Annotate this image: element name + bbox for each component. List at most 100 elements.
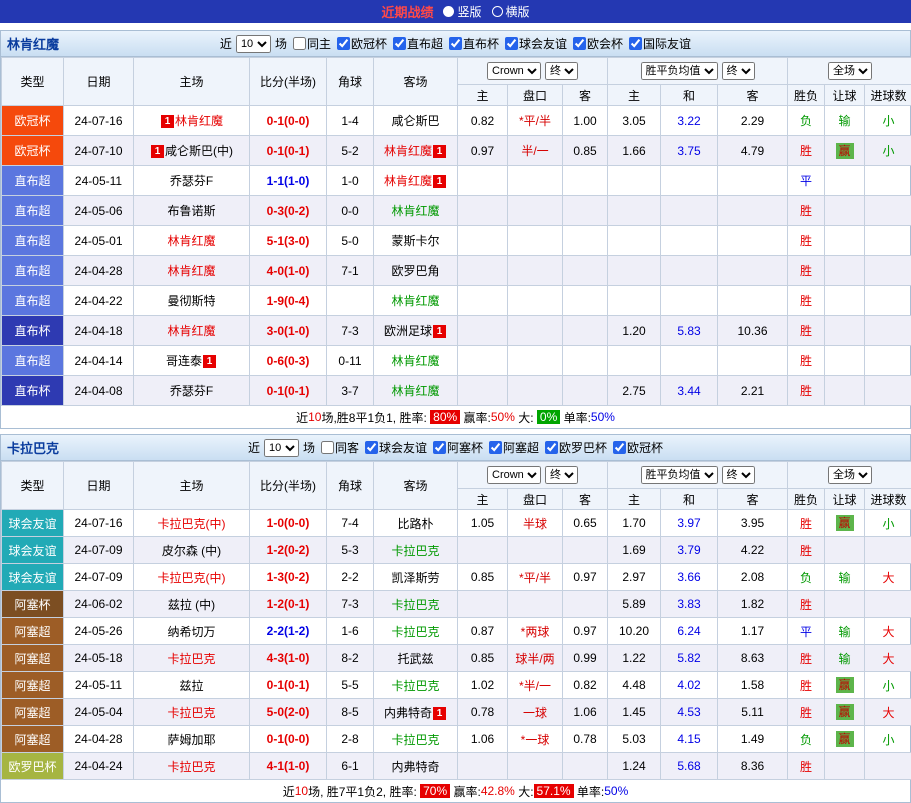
home-team-name[interactable]: 哥连泰	[166, 354, 202, 368]
match-result: 胜	[788, 753, 825, 780]
recent-count-select[interactable]: 10	[264, 439, 299, 457]
euro-odds-select[interactable]: 胜平负均值	[641, 62, 718, 80]
odds-time-select[interactable]: 终	[545, 62, 578, 80]
goals-result	[865, 346, 911, 376]
odds-time-select[interactable]: 终	[722, 466, 755, 484]
league-filter[interactable]: 阿塞超	[489, 439, 539, 456]
eu-away-odds: 1.17	[718, 618, 788, 645]
odds-time-select[interactable]: 终	[722, 62, 755, 80]
league-filter[interactable]: 欧冠杯	[337, 35, 387, 52]
away-team-name[interactable]: 林肯红魔	[391, 294, 439, 308]
match-result: 胜	[788, 537, 825, 564]
same-venue-filter[interactable]: 同客	[321, 439, 359, 456]
ah-handicap	[508, 753, 563, 780]
away-team-name[interactable]: 比路朴	[397, 517, 433, 531]
league-filter[interactable]: 欧会杯	[573, 35, 623, 52]
away-team-name[interactable]: 托武兹	[397, 652, 433, 666]
home-team-name[interactable]: 乔瑟芬F	[170, 174, 213, 188]
league-filter[interactable]: 国际友谊	[629, 35, 691, 52]
same-venue-label: 同客	[335, 439, 359, 456]
league-filter-checkbox[interactable]	[489, 441, 502, 454]
home-team-name[interactable]: 卡拉巴克(中)	[158, 517, 226, 531]
layout-option-vertical[interactable]: 竖版	[443, 3, 481, 20]
home-team-name[interactable]: 卡拉巴克	[167, 652, 215, 666]
home-team-name[interactable]: 布鲁诺斯	[167, 204, 215, 218]
league-filter[interactable]: 直布超	[393, 35, 443, 52]
home-team-name[interactable]: 咸仑斯巴(中)	[165, 144, 233, 158]
scope-select[interactable]: 全场	[828, 466, 872, 484]
score-cell: 3-0(1-0)	[250, 316, 327, 346]
away-team-name[interactable]: 咸仑斯巴	[391, 114, 439, 128]
layout-option-horizontal[interactable]: 横版	[492, 3, 530, 20]
league-filter[interactable]: 直布杯	[449, 35, 499, 52]
away-team-name[interactable]: 内弗特奇	[391, 760, 439, 774]
away-team-name[interactable]: 卡拉巴克	[391, 598, 439, 612]
home-team-name[interactable]: 卡拉巴克(中)	[158, 571, 226, 585]
away-team-name[interactable]: 林肯红魔	[391, 354, 439, 368]
near-label: 近	[220, 35, 232, 52]
home-team-name[interactable]: 萨姆加耶	[167, 733, 215, 747]
home-cell: 1咸仑斯巴(中)	[134, 136, 250, 166]
home-team-name[interactable]: 卡拉巴克	[167, 706, 215, 720]
bookmaker-select[interactable]: Crown	[487, 62, 541, 80]
eu-away-odds	[718, 256, 788, 286]
same-venue-checkbox[interactable]	[293, 37, 306, 50]
home-team-name[interactable]: 卡拉巴克	[167, 760, 215, 774]
home-team-name[interactable]: 乔瑟芬F	[170, 384, 213, 398]
away-team-name[interactable]: 凯泽斯劳	[391, 571, 439, 585]
home-team-name[interactable]: 皮尔森 (中)	[162, 544, 221, 558]
scope-select[interactable]: 全场	[828, 62, 872, 80]
same-venue-filter[interactable]: 同主	[293, 35, 331, 52]
league-filter[interactable]: 阿塞杯	[433, 439, 483, 456]
league-filter[interactable]: 球会友谊	[365, 439, 427, 456]
league-type-badge: 直布杯	[2, 376, 64, 406]
league-filter-checkbox[interactable]	[505, 37, 518, 50]
home-team-name[interactable]: 纳希切万	[167, 625, 215, 639]
away-team-name[interactable]: 欧罗巴角	[391, 264, 439, 278]
league-filter-checkbox[interactable]	[393, 37, 406, 50]
away-team-name[interactable]: 卡拉巴克	[391, 679, 439, 693]
away-team-name[interactable]: 林肯红魔	[391, 204, 439, 218]
euro-odds-select[interactable]: 胜平负均值	[641, 466, 718, 484]
league-type-badge: 阿塞超	[2, 726, 64, 753]
home-team-name[interactable]: 林肯红魔	[167, 264, 215, 278]
league-filter-checkbox[interactable]	[629, 37, 642, 50]
odds-time-select[interactable]: 终	[545, 466, 578, 484]
away-cell: 内弗特奇1	[374, 699, 458, 726]
league-filter-checkbox[interactable]	[449, 37, 462, 50]
recent-count-select[interactable]: 10	[236, 35, 271, 53]
league-filter-checkbox[interactable]	[545, 441, 558, 454]
same-venue-checkbox[interactable]	[321, 441, 334, 454]
home-team-name[interactable]: 林肯红魔	[175, 114, 223, 128]
away-team-name[interactable]: 卡拉巴克	[391, 544, 439, 558]
league-filter-checkbox[interactable]	[573, 37, 586, 50]
away-team-name[interactable]: 蒙斯卡尔	[391, 234, 439, 248]
corners: 3-7	[327, 376, 374, 406]
scope-group-header: 全场	[788, 58, 911, 85]
league-filter[interactable]: 欧罗巴杯	[545, 439, 607, 456]
away-team-name[interactable]: 内弗特奇	[384, 706, 432, 720]
ah-home-odds: 1.02	[458, 672, 508, 699]
away-team-name[interactable]: 林肯红魔	[384, 174, 432, 188]
away-team-name[interactable]: 卡拉巴克	[391, 733, 439, 747]
home-team-name[interactable]: 兹拉	[179, 679, 203, 693]
away-team-name[interactable]: 欧洲足球	[384, 324, 432, 338]
match-date: 24-04-22	[64, 286, 134, 316]
away-team-name[interactable]: 卡拉巴克	[391, 625, 439, 639]
goals-result	[865, 591, 911, 618]
league-filter-checkbox[interactable]	[337, 37, 350, 50]
league-filter-checkbox[interactable]	[433, 441, 446, 454]
away-team-name[interactable]: 林肯红魔	[391, 384, 439, 398]
goals-result	[865, 226, 911, 256]
league-filter-checkbox[interactable]	[613, 441, 626, 454]
bookmaker-select[interactable]: Crown	[487, 466, 541, 484]
home-team-name[interactable]: 林肯红魔	[167, 234, 215, 248]
ah-away-odds	[563, 346, 608, 376]
home-team-name[interactable]: 曼彻斯特	[167, 294, 215, 308]
home-team-name[interactable]: 兹拉 (中)	[168, 598, 215, 612]
league-filter[interactable]: 球会友谊	[505, 35, 567, 52]
league-filter[interactable]: 欧冠杯	[613, 439, 663, 456]
league-filter-checkbox[interactable]	[365, 441, 378, 454]
home-team-name[interactable]: 林肯红魔	[167, 324, 215, 338]
away-team-name[interactable]: 林肯红魔	[384, 144, 432, 158]
